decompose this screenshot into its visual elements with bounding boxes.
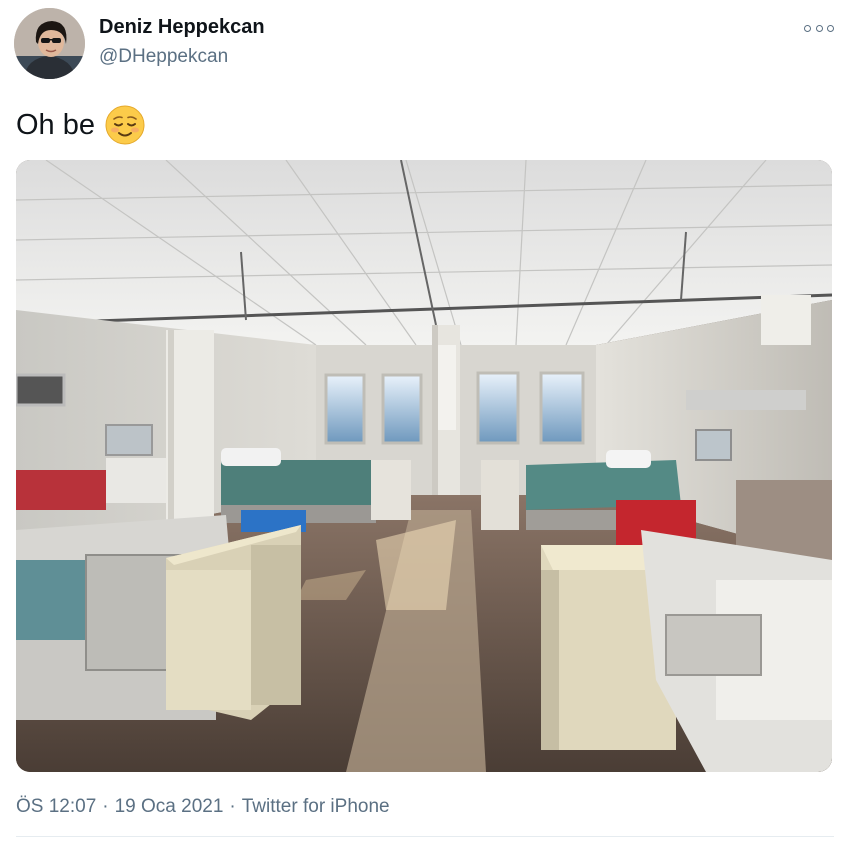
author-display-name[interactable]: Deniz Heppekcan bbox=[99, 16, 265, 39]
tweet-time[interactable]: ÖS 12:07 bbox=[16, 796, 96, 818]
divider bbox=[16, 836, 834, 837]
tweet-card: Deniz Heppekcan @DHeppekcan Oh be ÖS 12:… bbox=[0, 0, 850, 845]
author-handle[interactable]: @DHeppekcan bbox=[99, 46, 228, 68]
dot bbox=[804, 24, 811, 32]
avatar[interactable] bbox=[14, 8, 85, 79]
tweet-text-content: Oh be bbox=[16, 108, 95, 141]
hospital-ward-photo-icon bbox=[16, 160, 832, 772]
relieved-face-emoji-icon bbox=[105, 105, 145, 145]
meta-separator: · bbox=[102, 796, 109, 817]
meta-separator: · bbox=[229, 796, 236, 817]
tweet-photo[interactable] bbox=[16, 160, 832, 772]
tweet-source[interactable]: Twitter for iPhone bbox=[242, 796, 390, 818]
tweet-date[interactable]: 19 Oca 2021 bbox=[115, 796, 224, 818]
profile-avatar-icon bbox=[14, 8, 85, 79]
tweet-meta: ÖS 12:07 · 19 Oca 2021 · Twitter for iPh… bbox=[16, 796, 390, 818]
tweet-text: Oh be bbox=[16, 105, 145, 145]
dot bbox=[827, 24, 834, 32]
dot bbox=[815, 24, 823, 32]
more-options-icon[interactable] bbox=[804, 20, 834, 36]
